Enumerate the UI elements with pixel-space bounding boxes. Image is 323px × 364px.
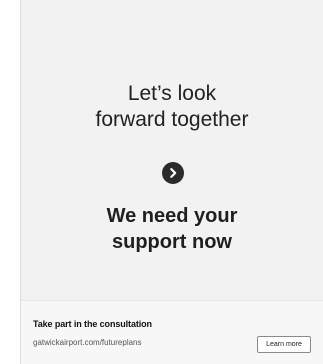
ad-footer: Take part in the consultation gatwickair… [21,300,323,364]
ad-headline-line-1: Let’s look [127,82,217,105]
next-arrow-button[interactable] [162,162,184,184]
footer-title: Take part in the consultation [33,319,152,329]
ad-call-to-action: We need your support now [21,203,323,255]
ad-creative[interactable]: Let’s look forward together We need your… [21,0,323,300]
footer-url-link[interactable]: gatwickairport.com/futureplans [33,338,142,347]
cta-line-2: support now [112,231,232,253]
ad-headline-line-2: forward together [95,108,249,131]
cta-line-1: We need your [106,205,238,227]
learn-more-button[interactable]: Learn more [257,336,311,353]
chevron-right-icon [170,168,177,178]
advertisement[interactable]: Let’s look forward together We need your… [20,0,323,364]
ad-headline: Let’s look forward together [21,81,323,133]
